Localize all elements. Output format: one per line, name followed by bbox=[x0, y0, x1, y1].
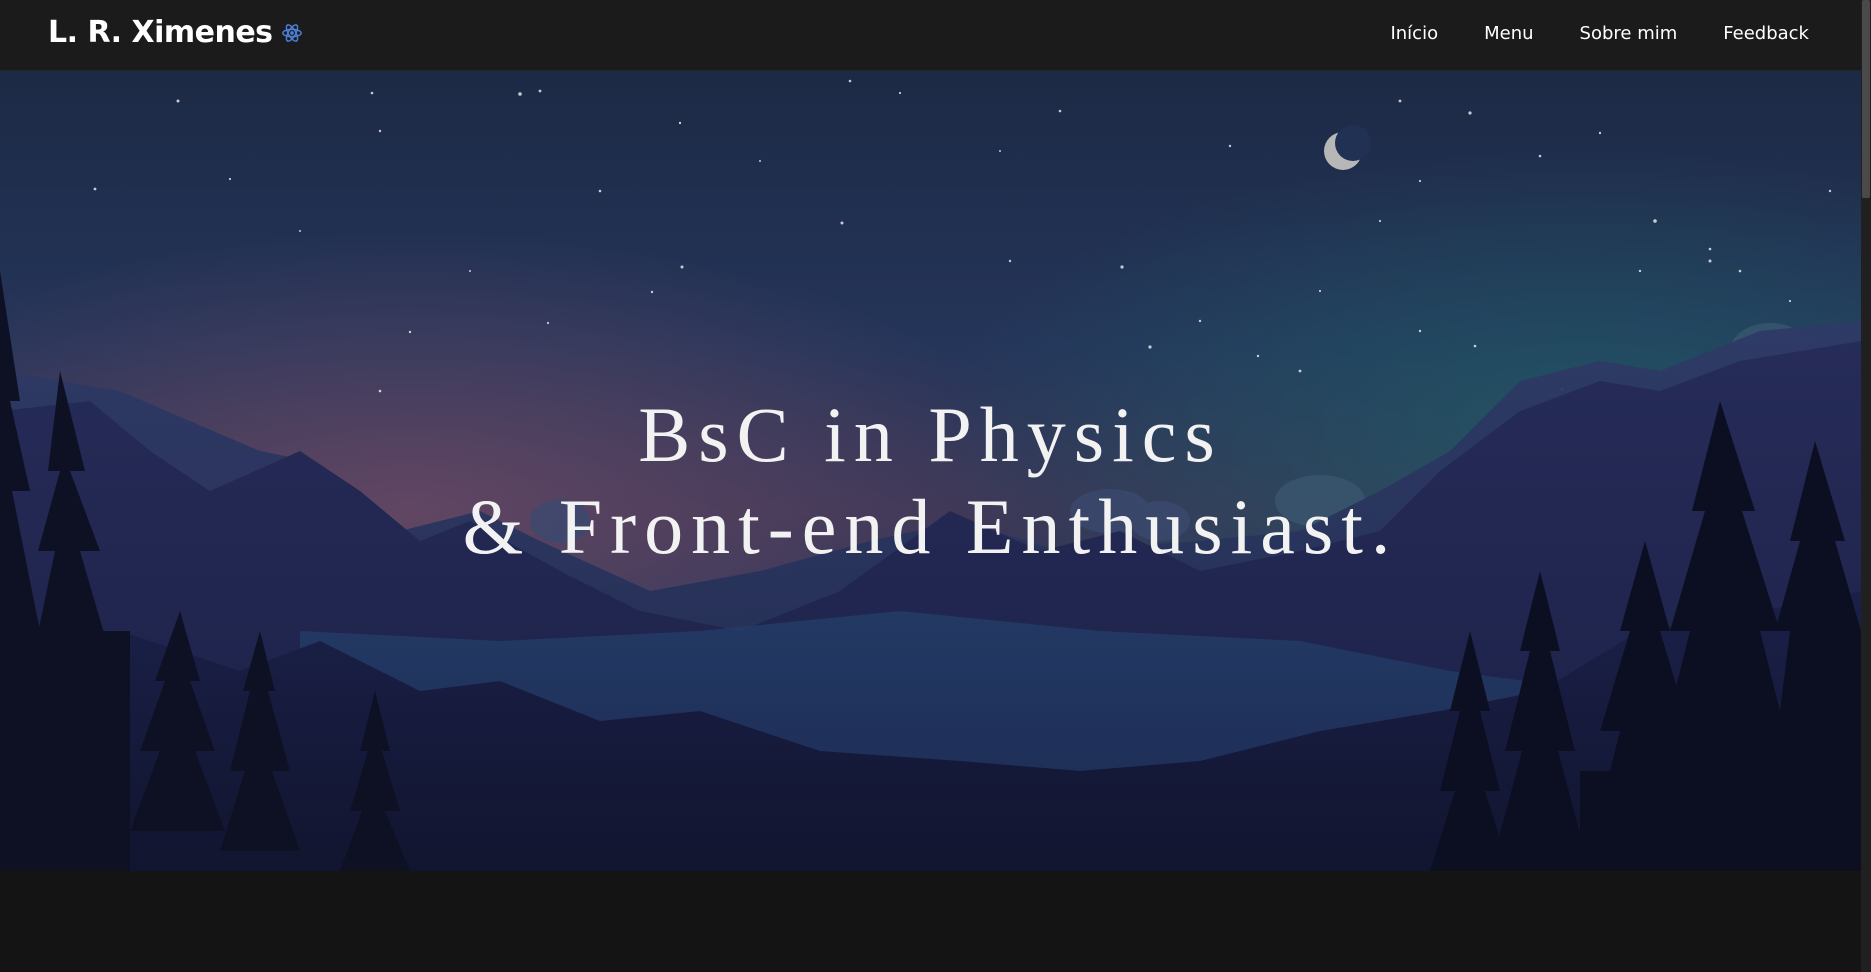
hero-headline-line-2: & Front-end Enthusiast. bbox=[462, 483, 1399, 570]
scrollbar-thumb[interactable] bbox=[1862, 0, 1870, 198]
brand-name[interactable]: L. R. Ximenes bbox=[48, 15, 273, 50]
nav-links: Início Menu Sobre mim Feedback bbox=[1390, 23, 1809, 44]
nav-link-menu[interactable]: Menu bbox=[1484, 23, 1533, 44]
atom-icon bbox=[281, 23, 302, 42]
hero-headline-line-1: BsC in Physics bbox=[638, 391, 1223, 478]
page-content-area bbox=[0, 871, 1861, 972]
navbar: L. R. Ximenes Início Menu Sobre mim Feed… bbox=[0, 0, 1861, 71]
nav-link-feedback[interactable]: Feedback bbox=[1723, 23, 1809, 44]
nav-link-inicio[interactable]: Início bbox=[1390, 23, 1438, 44]
nav-link-sobre-mim[interactable]: Sobre mim bbox=[1580, 23, 1678, 44]
browser-window: L. R. Ximenes Início Menu Sobre mim Feed… bbox=[0, 0, 1871, 972]
hero-section: BsC in Physics & Front-end Enthusiast. bbox=[0, 71, 1861, 871]
brand[interactable]: L. R. Ximenes bbox=[48, 15, 303, 50]
vertical-scrollbar[interactable] bbox=[1861, 0, 1871, 972]
